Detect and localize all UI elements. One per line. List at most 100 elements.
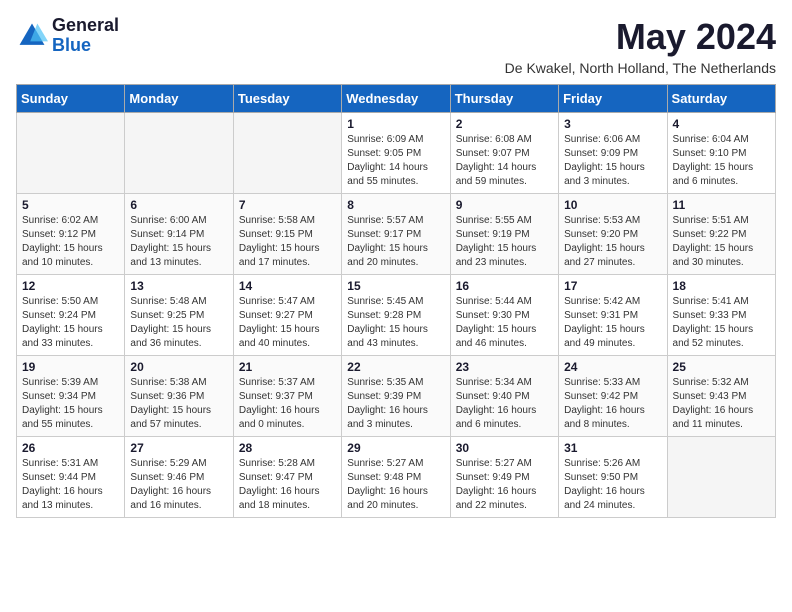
day-number: 12	[22, 279, 119, 293]
header-wednesday: Wednesday	[342, 85, 450, 113]
calendar-cell: 7Sunrise: 5:58 AMSunset: 9:15 PMDaylight…	[233, 194, 341, 275]
calendar-cell: 2 Sunrise: 6:08 AMSunset: 9:07 PMDaylight…	[450, 113, 558, 194]
calendar-cell	[17, 113, 125, 194]
day-info: Sunrise: 5:33 AMSunset: 9:42 PMDaylight:…	[564, 376, 661, 432]
day-number: 15	[347, 279, 444, 293]
day-number: 14	[239, 279, 336, 293]
day-number: 6	[130, 198, 227, 212]
day-number: 17	[564, 279, 661, 293]
day-number: 27	[130, 441, 227, 455]
day-number: 29	[347, 441, 444, 455]
calendar-cell: 22 Sunrise: 5:35 AMSunset: 9:39 PMDayligh…	[342, 356, 450, 437]
header-tuesday: Tuesday	[233, 85, 341, 113]
day-info: Sunrise: 5:38 AMSunset: 9:36 PMDaylight:…	[130, 376, 227, 432]
header-friday: Friday	[559, 85, 667, 113]
calendar-cell: 24 Sunrise: 5:33 AMSunset: 9:42 PMDayligh…	[559, 356, 667, 437]
day-number: 24	[564, 360, 661, 374]
week-row-2: 5Sunrise: 6:02 AMSunset: 9:12 PMDaylight…	[17, 194, 776, 275]
calendar-header: SundayMondayTuesdayWednesdayThursdayFrid…	[17, 85, 776, 113]
calendar-cell: 19 Sunrise: 5:39 AMSunset: 9:34 PMDayligh…	[17, 356, 125, 437]
day-number: 1	[347, 117, 444, 131]
day-number: 26	[22, 441, 119, 455]
header-row: SundayMondayTuesdayWednesdayThursdayFrid…	[17, 85, 776, 113]
day-info: Sunrise: 6:00 AMSunset: 9:14 PMDaylight:…	[130, 214, 227, 270]
logo-text: General Blue	[52, 16, 119, 56]
calendar-cell: 6 Sunrise: 6:00 AMSunset: 9:14 PMDaylight…	[125, 194, 233, 275]
calendar-cell: 5Sunrise: 6:02 AMSunset: 9:12 PMDaylight…	[17, 194, 125, 275]
day-number: 20	[130, 360, 227, 374]
day-info: Sunrise: 5:26 AMSunset: 9:50 PMDaylight:…	[564, 457, 661, 513]
week-row-3: 12 Sunrise: 5:50 AMSunset: 9:24 PMDayligh…	[17, 275, 776, 356]
day-info: Sunrise: 6:08 AMSunset: 9:07 PMDaylight:…	[456, 133, 553, 189]
week-row-4: 19 Sunrise: 5:39 AMSunset: 9:34 PMDayligh…	[17, 356, 776, 437]
calendar-cell	[233, 113, 341, 194]
calendar-cell: 16Sunrise: 5:44 AMSunset: 9:30 PMDayligh…	[450, 275, 558, 356]
day-info: Sunrise: 5:47 AMSunset: 9:27 PMDaylight:…	[239, 295, 336, 351]
day-info: Sunrise: 5:57 AMSunset: 9:17 PMDaylight:…	[347, 214, 444, 270]
day-info: Sunrise: 5:50 AMSunset: 9:24 PMDaylight:…	[22, 295, 119, 351]
calendar-cell: 13Sunrise: 5:48 AMSunset: 9:25 PMDayligh…	[125, 275, 233, 356]
day-number: 4	[673, 117, 770, 131]
calendar-cell: 28Sunrise: 5:28 AMSunset: 9:47 PMDayligh…	[233, 437, 341, 518]
day-number: 25	[673, 360, 770, 374]
calendar-cell	[125, 113, 233, 194]
week-row-5: 26 Sunrise: 5:31 AMSunset: 9:44 PMDayligh…	[17, 437, 776, 518]
day-info: Sunrise: 5:42 AMSunset: 9:31 PMDaylight:…	[564, 295, 661, 351]
day-number: 13	[130, 279, 227, 293]
logo-blue: Blue	[52, 36, 119, 56]
day-info: Sunrise: 5:45 AMSunset: 9:28 PMDaylight:…	[347, 295, 444, 351]
day-info: Sunrise: 5:58 AMSunset: 9:15 PMDaylight:…	[239, 214, 336, 270]
day-number: 21	[239, 360, 336, 374]
day-number: 30	[456, 441, 553, 455]
title-area: May 2024 De Kwakel, North Holland, The N…	[505, 16, 776, 76]
logo: General Blue	[16, 16, 119, 56]
calendar-cell: 3 Sunrise: 6:06 AMSunset: 9:09 PMDaylight…	[559, 113, 667, 194]
calendar-cell: 12 Sunrise: 5:50 AMSunset: 9:24 PMDayligh…	[17, 275, 125, 356]
header-saturday: Saturday	[667, 85, 775, 113]
day-info: Sunrise: 5:41 AMSunset: 9:33 PMDaylight:…	[673, 295, 770, 351]
day-info: Sunrise: 5:32 AMSunset: 9:43 PMDaylight:…	[673, 376, 770, 432]
day-number: 11	[673, 198, 770, 212]
day-info: Sunrise: 5:27 AMSunset: 9:48 PMDaylight:…	[347, 457, 444, 513]
day-info: Sunrise: 6:06 AMSunset: 9:09 PMDaylight:…	[564, 133, 661, 189]
calendar-cell: 25 Sunrise: 5:32 AMSunset: 9:43 PMDayligh…	[667, 356, 775, 437]
day-number: 3	[564, 117, 661, 131]
calendar-body: 1 Sunrise: 6:09 AMSunset: 9:05 PMDaylight…	[17, 113, 776, 518]
day-number: 2	[456, 117, 553, 131]
logo-icon	[16, 20, 48, 52]
day-number: 31	[564, 441, 661, 455]
calendar-cell: 1 Sunrise: 6:09 AMSunset: 9:05 PMDaylight…	[342, 113, 450, 194]
day-info: Sunrise: 5:39 AMSunset: 9:34 PMDaylight:…	[22, 376, 119, 432]
day-info: Sunrise: 5:35 AMSunset: 9:39 PMDaylight:…	[347, 376, 444, 432]
calendar-cell: 14 Sunrise: 5:47 AMSunset: 9:27 PMDayligh…	[233, 275, 341, 356]
calendar-cell: 27Sunrise: 5:29 AMSunset: 9:46 PMDayligh…	[125, 437, 233, 518]
day-number: 18	[673, 279, 770, 293]
month-title: May 2024	[505, 16, 776, 58]
page-header: General Blue May 2024 De Kwakel, North H…	[16, 16, 776, 76]
day-info: Sunrise: 6:04 AMSunset: 9:10 PMDaylight:…	[673, 133, 770, 189]
calendar-cell: 10Sunrise: 5:53 AMSunset: 9:20 PMDayligh…	[559, 194, 667, 275]
day-number: 22	[347, 360, 444, 374]
calendar-cell	[667, 437, 775, 518]
calendar-cell: 8Sunrise: 5:57 AMSunset: 9:17 PMDaylight…	[342, 194, 450, 275]
calendar-cell: 26 Sunrise: 5:31 AMSunset: 9:44 PMDayligh…	[17, 437, 125, 518]
day-info: Sunrise: 5:34 AMSunset: 9:40 PMDaylight:…	[456, 376, 553, 432]
calendar-cell: 21Sunrise: 5:37 AMSunset: 9:37 PMDayligh…	[233, 356, 341, 437]
header-sunday: Sunday	[17, 85, 125, 113]
calendar-cell: 4 Sunrise: 6:04 AMSunset: 9:10 PMDaylight…	[667, 113, 775, 194]
day-info: Sunrise: 5:31 AMSunset: 9:44 PMDaylight:…	[22, 457, 119, 513]
day-info: Sunrise: 5:55 AMSunset: 9:19 PMDaylight:…	[456, 214, 553, 270]
calendar-cell: 11Sunrise: 5:51 AMSunset: 9:22 PMDayligh…	[667, 194, 775, 275]
day-number: 9	[456, 198, 553, 212]
calendar-cell: 20 Sunrise: 5:38 AMSunset: 9:36 PMDayligh…	[125, 356, 233, 437]
day-info: Sunrise: 6:09 AMSunset: 9:05 PMDaylight:…	[347, 133, 444, 189]
location: De Kwakel, North Holland, The Netherland…	[505, 60, 776, 76]
day-number: 19	[22, 360, 119, 374]
calendar-cell: 9 Sunrise: 5:55 AMSunset: 9:19 PMDaylight…	[450, 194, 558, 275]
header-monday: Monday	[125, 85, 233, 113]
day-info: Sunrise: 5:53 AMSunset: 9:20 PMDaylight:…	[564, 214, 661, 270]
calendar-cell: 31 Sunrise: 5:26 AMSunset: 9:50 PMDayligh…	[559, 437, 667, 518]
calendar-cell: 15 Sunrise: 5:45 AMSunset: 9:28 PMDayligh…	[342, 275, 450, 356]
day-number: 23	[456, 360, 553, 374]
day-info: Sunrise: 5:28 AMSunset: 9:47 PMDaylight:…	[239, 457, 336, 513]
